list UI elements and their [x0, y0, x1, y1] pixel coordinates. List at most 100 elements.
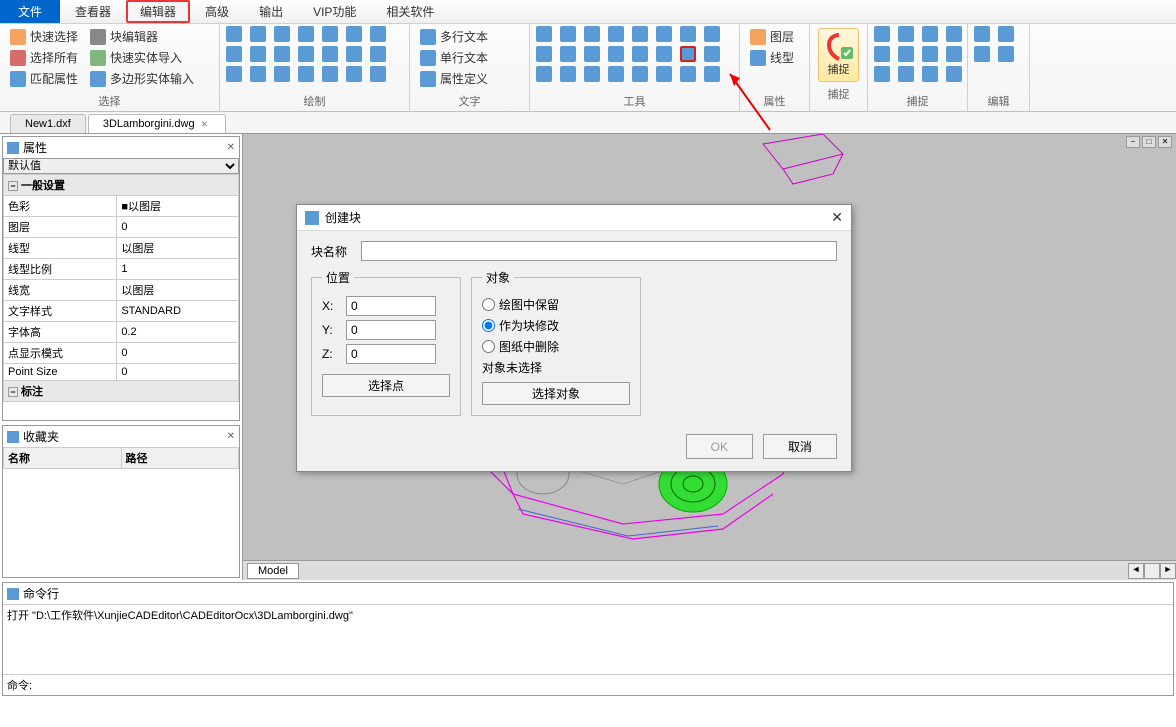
radio-delete[interactable] [482, 340, 495, 353]
create-block-button[interactable] [680, 46, 696, 62]
doc-tab[interactable]: New1.dxf [10, 114, 86, 133]
match-props-button[interactable]: 匹配属性 [6, 68, 82, 89]
draw-tool-icon[interactable] [370, 26, 386, 42]
tool-icon[interactable] [704, 46, 720, 62]
x-input[interactable] [346, 296, 436, 316]
tool-icon[interactable] [608, 46, 624, 62]
select-all-button[interactable]: 选择所有 [6, 47, 82, 68]
cancel-button[interactable]: 取消 [763, 434, 837, 459]
y-input[interactable] [346, 320, 436, 340]
tool-icon[interactable] [536, 66, 552, 82]
tab-editor[interactable]: 编辑器 [126, 0, 190, 23]
multi-text-button[interactable]: 多行文本 [416, 26, 523, 47]
capture-button[interactable]: 捕捉 [818, 28, 859, 82]
prop-row[interactable]: 线宽以图层 [4, 280, 239, 301]
draw-tool-icon[interactable] [346, 26, 362, 42]
copy-icon[interactable] [974, 26, 990, 42]
poly-solid-input-button[interactable]: 多边形实体输入 [86, 68, 198, 89]
tool-icon[interactable] [560, 26, 576, 42]
snap-icon[interactable] [946, 26, 962, 42]
fav-col-name[interactable]: 名称 [4, 448, 122, 469]
select-point-button[interactable]: 选择点 [322, 374, 450, 397]
scroll-right-icon[interactable]: ► [1160, 563, 1176, 579]
panel-close-icon[interactable]: ✕ [227, 431, 235, 442]
fav-col-path[interactable]: 路径 [121, 448, 239, 469]
tool-icon[interactable] [656, 26, 672, 42]
tool-icon[interactable] [632, 26, 648, 42]
tool-icon[interactable] [560, 66, 576, 82]
tab-vip[interactable]: VIP功能 [298, 0, 371, 23]
draw-tool-icon[interactable] [298, 46, 314, 62]
collapse-icon[interactable]: − [8, 387, 18, 397]
paste-icon[interactable] [998, 26, 1014, 42]
tool-icon[interactable] [704, 66, 720, 82]
draw-tool-icon[interactable] [346, 46, 362, 62]
minimize-icon[interactable]: − [1126, 136, 1140, 148]
snap-icon[interactable] [874, 26, 890, 42]
draw-tool-icon[interactable] [226, 26, 242, 42]
scroll-thumb[interactable] [1144, 563, 1160, 579]
draw-tool-icon[interactable] [298, 66, 314, 82]
tool-icon[interactable] [560, 46, 576, 62]
select-object-button[interactable]: 选择对象 [482, 382, 630, 405]
maximize-icon[interactable]: □ [1142, 136, 1156, 148]
prop-row[interactable]: 线型以图层 [4, 238, 239, 259]
snap-icon[interactable] [898, 66, 914, 82]
tool-icon[interactable] [608, 26, 624, 42]
cut-icon[interactable] [974, 46, 990, 62]
snap-icon[interactable] [922, 66, 938, 82]
draw-tool-icon[interactable] [322, 66, 338, 82]
dialog-close-icon[interactable]: ✕ [831, 209, 843, 226]
quick-select-button[interactable]: 快速选择 [6, 26, 82, 47]
tool-icon[interactable] [680, 66, 696, 82]
draw-tool-icon[interactable] [370, 46, 386, 62]
panel-close-icon[interactable]: ✕ [227, 142, 235, 153]
prop-row[interactable]: 点显示模式0 [4, 343, 239, 364]
prop-row[interactable]: 图层0 [4, 217, 239, 238]
close-icon[interactable]: ✕ [1158, 136, 1172, 148]
draw-tool-icon[interactable] [298, 26, 314, 42]
tool-icon[interactable] [584, 66, 600, 82]
snap-icon[interactable] [946, 66, 962, 82]
single-text-button[interactable]: 单行文本 [416, 47, 523, 68]
tool-icon[interactable] [584, 26, 600, 42]
draw-tool-icon[interactable] [274, 26, 290, 42]
draw-tool-icon[interactable] [274, 66, 290, 82]
tab-related[interactable]: 相关软件 [371, 0, 449, 23]
tool-icon[interactable] [680, 26, 696, 42]
radio-keep[interactable] [482, 298, 495, 311]
prop-define-button[interactable]: 属性定义 [416, 68, 523, 89]
snap-icon[interactable] [922, 46, 938, 62]
draw-tool-icon[interactable] [226, 46, 242, 62]
linetype-button[interactable]: 线型 [746, 47, 803, 68]
tab-advanced[interactable]: 高级 [190, 0, 244, 23]
draw-tool-icon[interactable] [250, 46, 266, 62]
snap-icon[interactable] [922, 26, 938, 42]
prop-row[interactable]: Point Size0 [4, 364, 239, 381]
draw-tool-icon[interactable] [250, 26, 266, 42]
prop-row[interactable]: 文字样式STANDARD [4, 301, 239, 322]
tool-icon[interactable] [632, 46, 648, 62]
tool-icon[interactable] [656, 66, 672, 82]
properties-select[interactable]: 默认值 [3, 158, 239, 174]
tab-viewer[interactable]: 查看器 [60, 0, 126, 23]
draw-tool-icon[interactable] [250, 66, 266, 82]
layer-button[interactable]: 图层 [746, 26, 803, 47]
snap-icon[interactable] [898, 26, 914, 42]
draw-tool-icon[interactable] [274, 46, 290, 62]
command-input[interactable] [36, 679, 1169, 691]
block-name-input[interactable] [361, 241, 837, 261]
close-icon[interactable]: ✕ [201, 119, 211, 129]
collapse-icon[interactable]: − [8, 181, 18, 191]
tool-icon[interactable] [632, 66, 648, 82]
prop-row[interactable]: 线型比例1 [4, 259, 239, 280]
draw-tool-icon[interactable] [322, 26, 338, 42]
tab-output[interactable]: 输出 [244, 0, 298, 23]
z-input[interactable] [346, 344, 436, 364]
draw-tool-icon[interactable] [322, 46, 338, 62]
tool-icon[interactable] [536, 26, 552, 42]
doc-tab-active[interactable]: 3DLamborgini.dwg✕ [88, 114, 226, 133]
snap-icon[interactable] [946, 46, 962, 62]
tool-icon[interactable] [536, 46, 552, 62]
tool-icon[interactable] [704, 26, 720, 42]
